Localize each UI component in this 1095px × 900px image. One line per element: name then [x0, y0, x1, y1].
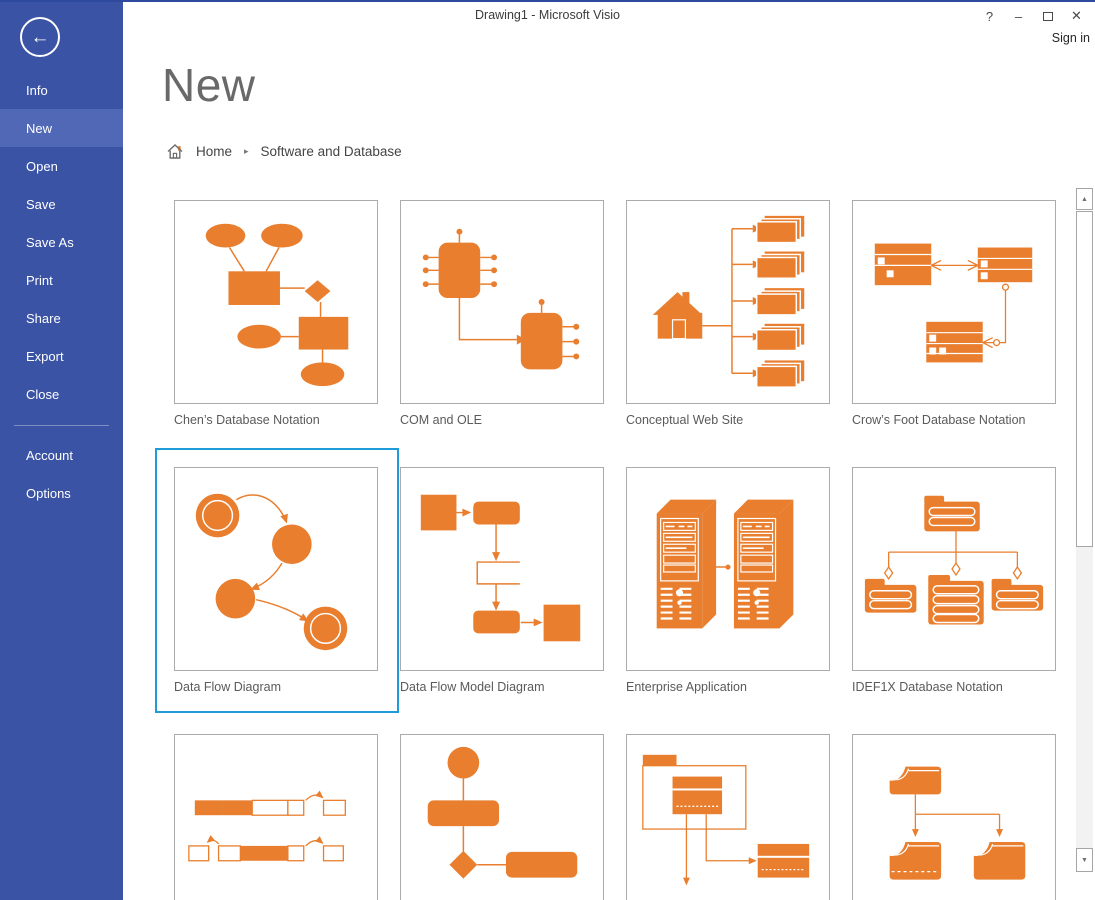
- sign-in-link[interactable]: Sign in: [1052, 31, 1090, 45]
- notched-shapes-tree-icon: [853, 735, 1055, 900]
- template-label: COM and OLE: [400, 413, 606, 427]
- scroll-up-icon: ▲: [1081, 196, 1088, 203]
- template-thumbnail: [174, 200, 378, 404]
- sidebar-item-options[interactable]: Options: [0, 474, 123, 512]
- home-icon: [166, 143, 184, 160]
- backstage-sidebar: ← Info New Open Save Save As Print Share…: [0, 0, 123, 900]
- house-and-page-stacks-icon: [627, 201, 829, 403]
- template-thumbnail: [852, 200, 1056, 404]
- template-tile-chens-database-notation[interactable]: Chen’s Database Notation: [174, 200, 380, 427]
- breadcrumb-category: Software and Database: [261, 144, 402, 159]
- boxes-and-data-store-icon: [401, 468, 603, 670]
- com-chip-shapes-icon: [401, 201, 603, 403]
- template-tile-data-flow-diagram[interactable]: Data Flow Diagram: [174, 467, 380, 694]
- sidebar-divider: [14, 425, 109, 426]
- template-thumbnail: [174, 467, 378, 671]
- breadcrumb-home[interactable]: Home: [196, 144, 232, 159]
- sidebar-item-export[interactable]: Export: [0, 337, 123, 375]
- server-towers-icon: [627, 468, 829, 670]
- template-tile-unlabeled-2[interactable]: [400, 734, 606, 900]
- template-tile-conceptual-web-site[interactable]: Conceptual Web Site: [626, 200, 832, 427]
- template-label: Crow’s Foot Database Notation: [852, 413, 1058, 427]
- sidebar-item-open[interactable]: Open: [0, 147, 123, 185]
- template-grid: Chen’s Database Notation COM and OLE: [174, 200, 1058, 900]
- sidebar-item-close[interactable]: Close: [0, 375, 123, 413]
- template-thumbnail: [400, 734, 604, 900]
- template-tile-com-and-ole[interactable]: COM and OLE: [400, 200, 606, 427]
- template-tile-crows-foot-database-notation[interactable]: Crow’s Foot Database Notation: [852, 200, 1058, 427]
- sidebar-item-info[interactable]: Info: [0, 71, 123, 109]
- scrollbar-thumb[interactable]: [1076, 211, 1093, 547]
- template-tile-idef1x-database-notation[interactable]: IDEF1X Database Notation: [852, 467, 1058, 694]
- template-tile-unlabeled-1[interactable]: [174, 734, 380, 900]
- template-thumbnail: [852, 734, 1056, 900]
- entity-tables-crows-foot-icon: [853, 201, 1055, 403]
- window-title: Drawing1 - Microsoft Visio: [0, 8, 1095, 22]
- flowchart-shapes-icon: [401, 735, 603, 900]
- template-thumbnail: [174, 734, 378, 900]
- folder-tree-icon: [853, 468, 1055, 670]
- close-icon[interactable]: ✕: [1062, 5, 1091, 27]
- template-thumbnail: [626, 200, 830, 404]
- sidebar-item-print[interactable]: Print: [0, 261, 123, 299]
- breadcrumb: Home ▸ Software and Database: [166, 143, 402, 160]
- template-thumbnail: [400, 200, 604, 404]
- left-arrow-icon: ←: [31, 28, 50, 47]
- template-tile-enterprise-application[interactable]: Enterprise Application: [626, 467, 832, 694]
- help-icon[interactable]: ?: [975, 5, 1004, 27]
- scrollbar-down-button[interactable]: ▼: [1076, 848, 1093, 872]
- minimize-icon[interactable]: –: [1004, 5, 1033, 27]
- sidebar-item-share[interactable]: Share: [0, 299, 123, 337]
- package-class-diagram-icon: [627, 735, 829, 900]
- template-tile-unlabeled-3[interactable]: [626, 734, 832, 900]
- template-label: Enterprise Application: [626, 680, 832, 694]
- window-top-border: [0, 0, 1095, 2]
- sidebar-item-account[interactable]: Account: [0, 436, 123, 474]
- template-thumbnail: [626, 734, 830, 900]
- segmented-bars-icon: [175, 735, 377, 900]
- template-label: Chen’s Database Notation: [174, 413, 380, 427]
- sidebar-item-save[interactable]: Save: [0, 185, 123, 223]
- template-thumbnail: [852, 467, 1056, 671]
- breadcrumb-separator-icon: ▸: [244, 146, 249, 157]
- sidebar-item-save-as[interactable]: Save As: [0, 223, 123, 261]
- circles-and-curved-arrows-icon: [175, 468, 377, 670]
- scroll-down-icon: ▼: [1081, 857, 1088, 864]
- back-button[interactable]: ←: [20, 17, 60, 57]
- template-label: Conceptual Web Site: [626, 413, 832, 427]
- template-thumbnail: [400, 467, 604, 671]
- template-thumbnail: [626, 467, 830, 671]
- entity-relationship-shapes-icon: [175, 201, 377, 403]
- template-label: IDEF1X Database Notation: [852, 680, 1058, 694]
- template-label: Data Flow Diagram: [174, 680, 380, 694]
- template-tile-data-flow-model-diagram[interactable]: Data Flow Model Diagram: [400, 467, 606, 694]
- maximize-icon[interactable]: [1033, 5, 1062, 27]
- window-controls: ? – ✕: [975, 5, 1091, 27]
- page-title: New: [162, 58, 256, 112]
- sidebar-item-new[interactable]: New: [0, 109, 123, 147]
- scrollbar-up-button[interactable]: ▲: [1076, 188, 1093, 210]
- scrollbar-track[interactable]: [1076, 547, 1093, 848]
- template-label: Data Flow Model Diagram: [400, 680, 606, 694]
- template-tile-unlabeled-4[interactable]: [852, 734, 1058, 900]
